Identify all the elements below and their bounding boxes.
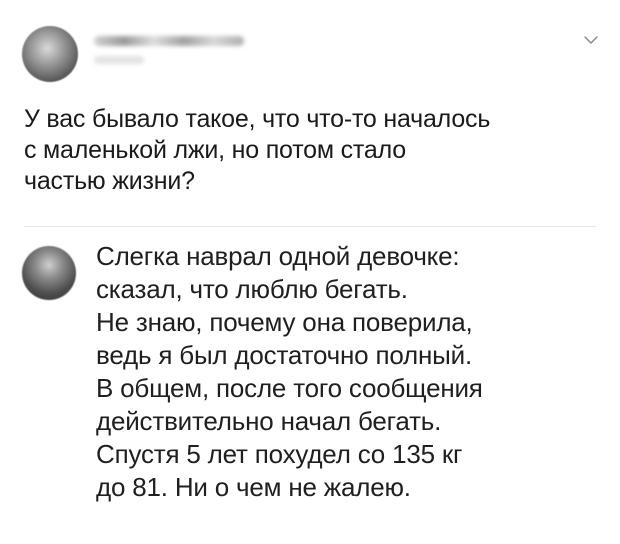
author-name-redacted[interactable] — [94, 36, 244, 46]
reply-text: Слегка наврал одной девочке: сказал, что… — [96, 241, 483, 502]
author-avatar[interactable] — [22, 26, 78, 82]
tweet-text: У вас бывало такое, что что-то началось … — [24, 105, 491, 195]
author-handle-redacted — [94, 56, 144, 64]
tweet-header — [22, 18, 602, 82]
chevron-down-icon[interactable] — [583, 32, 599, 48]
reply-avatar[interactable] — [22, 246, 76, 300]
divider — [24, 226, 596, 227]
